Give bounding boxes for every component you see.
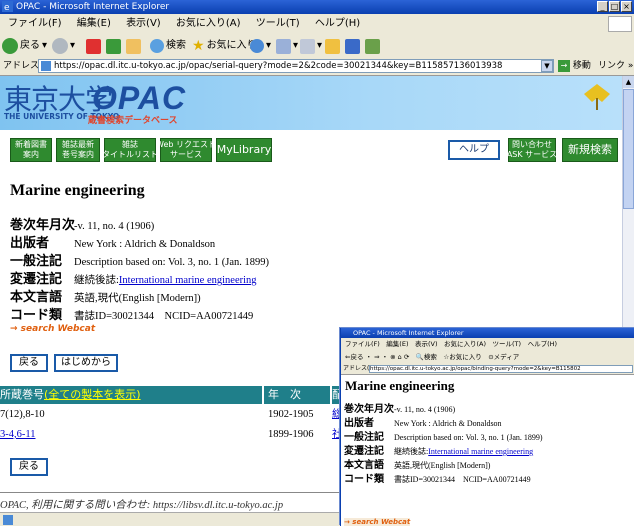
field-language: 本文言語 英語,現代(English [Modern]) — [10, 289, 201, 304]
continued-by-link[interactable]: International marine engineering — [119, 275, 257, 286]
col-location-header: 配 — [332, 386, 343, 404]
menu-edit[interactable]: 編集(E) — [77, 18, 111, 29]
search-button[interactable]: 検索 — [150, 37, 186, 55]
table-row-1-years: 1902-1905 — [268, 409, 314, 420]
help-button[interactable]: ヘルプ — [448, 140, 500, 160]
page-status-icon — [3, 515, 13, 525]
menu-bar: ファイル(F) 編集(E) 表示(V) お気に入り(A) ツール(T) ヘルプ(… — [0, 14, 634, 35]
title-bar: e OPAC - Microsoft Internet Explorer _ □… — [0, 0, 634, 14]
windows-logo-icon — [608, 16, 632, 32]
nav-buttons: 新着図書 案内 雑誌最新 巻号案内 雑誌 タイトルリスト Web リクエスト サ… — [0, 136, 622, 166]
address-input[interactable]: https://opac.dl.itc.u-tokyo.ac.jp/opac/s… — [38, 59, 554, 73]
field-history-note: 変遷注記 継続後誌:International marine engineerin… — [10, 271, 257, 286]
refresh-icon[interactable] — [106, 38, 121, 54]
go-button[interactable]: → 移動 — [558, 58, 591, 75]
svg-text:e: e — [4, 3, 10, 12]
ie-icon: e — [2, 1, 13, 12]
mylibrary-button[interactable]: MyLibrary — [216, 138, 272, 162]
home-icon[interactable] — [126, 38, 141, 54]
go-arrow-icon: → — [558, 59, 570, 72]
page-icon — [41, 60, 51, 71]
web-request-button[interactable]: Web リクエスト サービス — [156, 138, 216, 162]
record-title: Marine engineering — [10, 182, 145, 199]
new-serials-button[interactable]: 雑誌最新 巻号案内 — [56, 138, 100, 162]
back-page-button-2[interactable]: 戻る — [10, 458, 48, 476]
stop-icon[interactable] — [86, 38, 101, 54]
star-icon: ★ — [192, 38, 205, 54]
window2-address-input[interactable]: https://opac.dl.itc.u-tokyo.ac.jp/opac/b… — [369, 365, 633, 373]
banner-subtitle: 蔵書検索データベース — [88, 116, 178, 126]
col-year-header: 年 次 — [264, 386, 330, 404]
search-webcat-link[interactable]: → search Webcat — [10, 324, 95, 334]
field-publisher: 出版者 New York : Aldrich & Donaldson — [10, 235, 216, 250]
scroll-up-icon[interactable]: ▲ — [623, 76, 634, 88]
window2-record-fields: 巻次年月次-v. 11, no. 4 (1906) 出版者 New York : … — [344, 404, 543, 485]
field-general-note: 一般注記 Description based on: Vol. 3, no. 1 … — [10, 253, 270, 268]
window2-continued-by-link[interactable]: International marine engineering — [428, 447, 533, 456]
links-button[interactable]: リンク » — [598, 58, 633, 75]
footer-contact: OPAC, 利用に関する問い合わせ: https://libsv.dl.itc.… — [0, 492, 340, 512]
menu-favorites[interactable]: お気に入り(A) — [176, 18, 241, 29]
second-browser-window[interactable]: OPAC - Microsoft Internet Explorer ファイル(… — [340, 328, 634, 526]
messenger-icon[interactable] — [365, 38, 380, 54]
edit-icon[interactable] — [345, 38, 360, 54]
ask-service-button[interactable]: 問い合わせ ASK サービス — [507, 138, 557, 162]
window2-toolbar: ⇐戻る ・ ⇒ ・ ⊗ ⌂ ⟳ 🔍検索 ☆お気に入り ⊙メディア — [341, 350, 634, 365]
back-arrow-icon — [2, 38, 18, 54]
new-search-button[interactable]: 新規検索 — [562, 138, 618, 162]
address-bar: アドレス(D) https://opac.dl.itc.u-tokyo.ac.j… — [0, 58, 634, 76]
address-dropdown-icon[interactable]: ▼ — [541, 60, 553, 72]
ginkgo-logo-icon — [584, 84, 610, 110]
browser-window: e OPAC - Microsoft Internet Explorer _ □… — [0, 0, 634, 526]
field-codes: コード類 書誌ID=30021344 NCID=AA00721449 — [10, 307, 254, 322]
window2-record-title: Marine engineering — [345, 378, 455, 393]
col-volume-header: 所蔵巻号(全ての製本を表示) — [0, 386, 262, 404]
record-fields: 巻次年月次-v. 11, no. 4 (1906) 出版者 New York : … — [10, 216, 269, 324]
table-row-2-volume-link[interactable]: 3-4,6-11 — [0, 426, 35, 444]
field-volume-dates: 巻次年月次-v. 11, no. 4 (1906) — [10, 217, 155, 232]
table-row-1-volume: 7(12),8-10 — [0, 409, 45, 420]
window-title: OPAC - Microsoft Internet Explorer — [16, 2, 170, 12]
toolbar: 戻る ▾ ▾ 検索 ★ お気に入り ▾ ▾ ▾ — [0, 34, 634, 59]
menu-help[interactable]: ヘルプ(H) — [315, 18, 360, 29]
back-page-button[interactable]: 戻る — [10, 354, 48, 372]
scroll-thumb[interactable] — [623, 89, 634, 209]
forward-arrow-icon — [52, 38, 68, 54]
mail-icon[interactable] — [276, 38, 291, 54]
menu-file[interactable]: ファイル(F) — [8, 18, 62, 29]
window2-title-bar: OPAC - Microsoft Internet Explorer — [341, 328, 634, 338]
serial-title-list-button[interactable]: 雑誌 タイトルリスト — [102, 138, 158, 162]
window2-address-bar: アドレス(D) https://opac.dl.itc.u-tokyo.ac.j… — [341, 364, 634, 375]
search-icon — [150, 39, 164, 53]
window2-search-webcat-link[interactable]: → search Webcat — [344, 518, 411, 526]
favorites-button[interactable]: ★ お気に入り — [192, 37, 257, 55]
opac-banner: 東京大学 OPAC THE UNIVERSITY OF TOKYO 蔵書検索デー… — [0, 76, 622, 130]
menu-view[interactable]: 表示(V) — [126, 18, 161, 29]
history-icon[interactable] — [250, 39, 264, 53]
start-over-button[interactable]: はじめから — [54, 354, 118, 372]
new-books-button[interactable]: 新着図書 案内 — [10, 138, 52, 162]
show-all-bindings-link[interactable]: (全ての製本を表示) — [44, 388, 141, 401]
close-button[interactable]: × — [621, 1, 632, 12]
folder-icon[interactable] — [325, 38, 340, 54]
back-button[interactable]: 戻る ▾ — [2, 37, 47, 55]
table-row-2-years: 1899-1906 — [268, 429, 314, 440]
maximize-button[interactable]: □ — [609, 1, 620, 12]
menu-tools[interactable]: ツール(T) — [256, 18, 300, 29]
minimize-button[interactable]: _ — [597, 1, 608, 12]
forward-button[interactable]: ▾ — [52, 37, 75, 55]
print-icon[interactable] — [300, 38, 315, 54]
